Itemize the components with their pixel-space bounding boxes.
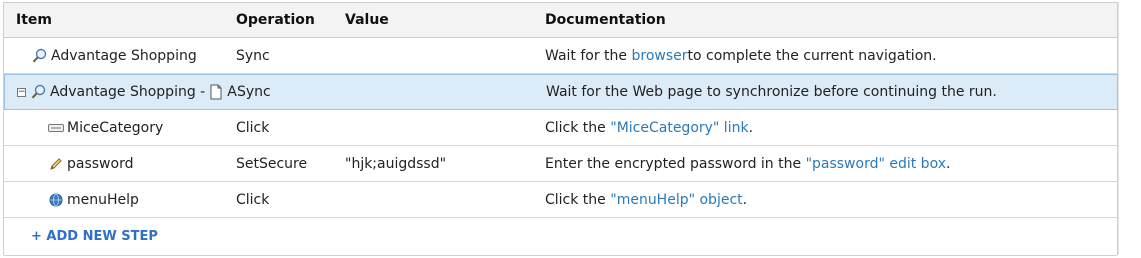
vertical-scrollbar[interactable]: [1118, 2, 1139, 255]
link-icon: [48, 120, 64, 136]
add-step-row: + ADD NEW STEP: [4, 218, 1117, 254]
table-row[interactable]: password SetSecure "hjk;auigdssd" Enter …: [4, 146, 1117, 182]
doc-link[interactable]: "menuHelp" object: [610, 192, 742, 208]
table-row[interactable]: menuHelp Click Click the "menuHelp" obje…: [4, 182, 1117, 218]
browser-sync-icon: [32, 48, 48, 64]
documentation-cell: Enter the encrypted password in the "pas…: [545, 155, 951, 172]
item-label: password: [67, 155, 134, 172]
item-label: MiceCategory: [67, 119, 164, 136]
operation-cell[interactable]: Click: [236, 182, 269, 217]
documentation-cell: Click the "MiceCategory" link.: [545, 119, 754, 136]
column-header-documentation[interactable]: Documentation: [545, 3, 666, 37]
column-header-value[interactable]: Value: [345, 3, 389, 37]
documentation-cell: Wait for the browser to complete the cur…: [545, 47, 937, 64]
item-label: Advantage Shopping -: [50, 84, 206, 100]
doc-link[interactable]: browser: [631, 48, 687, 64]
value-cell[interactable]: "hjk;auigdssd": [345, 146, 446, 181]
item-label: menuHelp: [67, 191, 139, 208]
browser-sync-icon: [31, 84, 47, 100]
page-icon: [208, 84, 224, 100]
operation-cell[interactable]: Sync: [237, 75, 271, 109]
globe-icon: [48, 192, 64, 208]
item-label-suffix: A: [227, 84, 237, 100]
table-row-selected[interactable]: − Advantage Shopping - A Sync Wait for t…: [4, 74, 1118, 110]
item-label: Advantage Shopping: [51, 47, 197, 64]
column-header-item[interactable]: Item: [16, 3, 52, 37]
doc-link[interactable]: "MiceCategory" link: [610, 120, 748, 136]
operation-cell[interactable]: SetSecure: [236, 146, 307, 181]
grid-header: Item Operation Value Documentation: [4, 3, 1117, 38]
table-row[interactable]: MiceCategory Click Click the "MiceCatego…: [4, 110, 1117, 146]
steps-grid: Item Operation Value Documentation Advan…: [3, 2, 1118, 256]
add-new-step-button[interactable]: + ADD NEW STEP: [31, 229, 158, 244]
collapse-toggle-icon[interactable]: −: [17, 87, 26, 97]
documentation-cell: Click the "menuHelp" object.: [545, 191, 748, 208]
edit-box-icon: [48, 156, 64, 172]
doc-link[interactable]: "password" edit box: [806, 156, 946, 172]
table-row[interactable]: Advantage Shopping Sync Wait for the bro…: [4, 38, 1117, 74]
grid-bottom-border: [4, 255, 1117, 256]
operation-cell[interactable]: Click: [236, 110, 269, 145]
operation-cell[interactable]: Sync: [236, 38, 270, 73]
documentation-cell: Wait for the Web page to synchronize bef…: [546, 84, 997, 100]
column-header-operation[interactable]: Operation: [236, 3, 315, 37]
